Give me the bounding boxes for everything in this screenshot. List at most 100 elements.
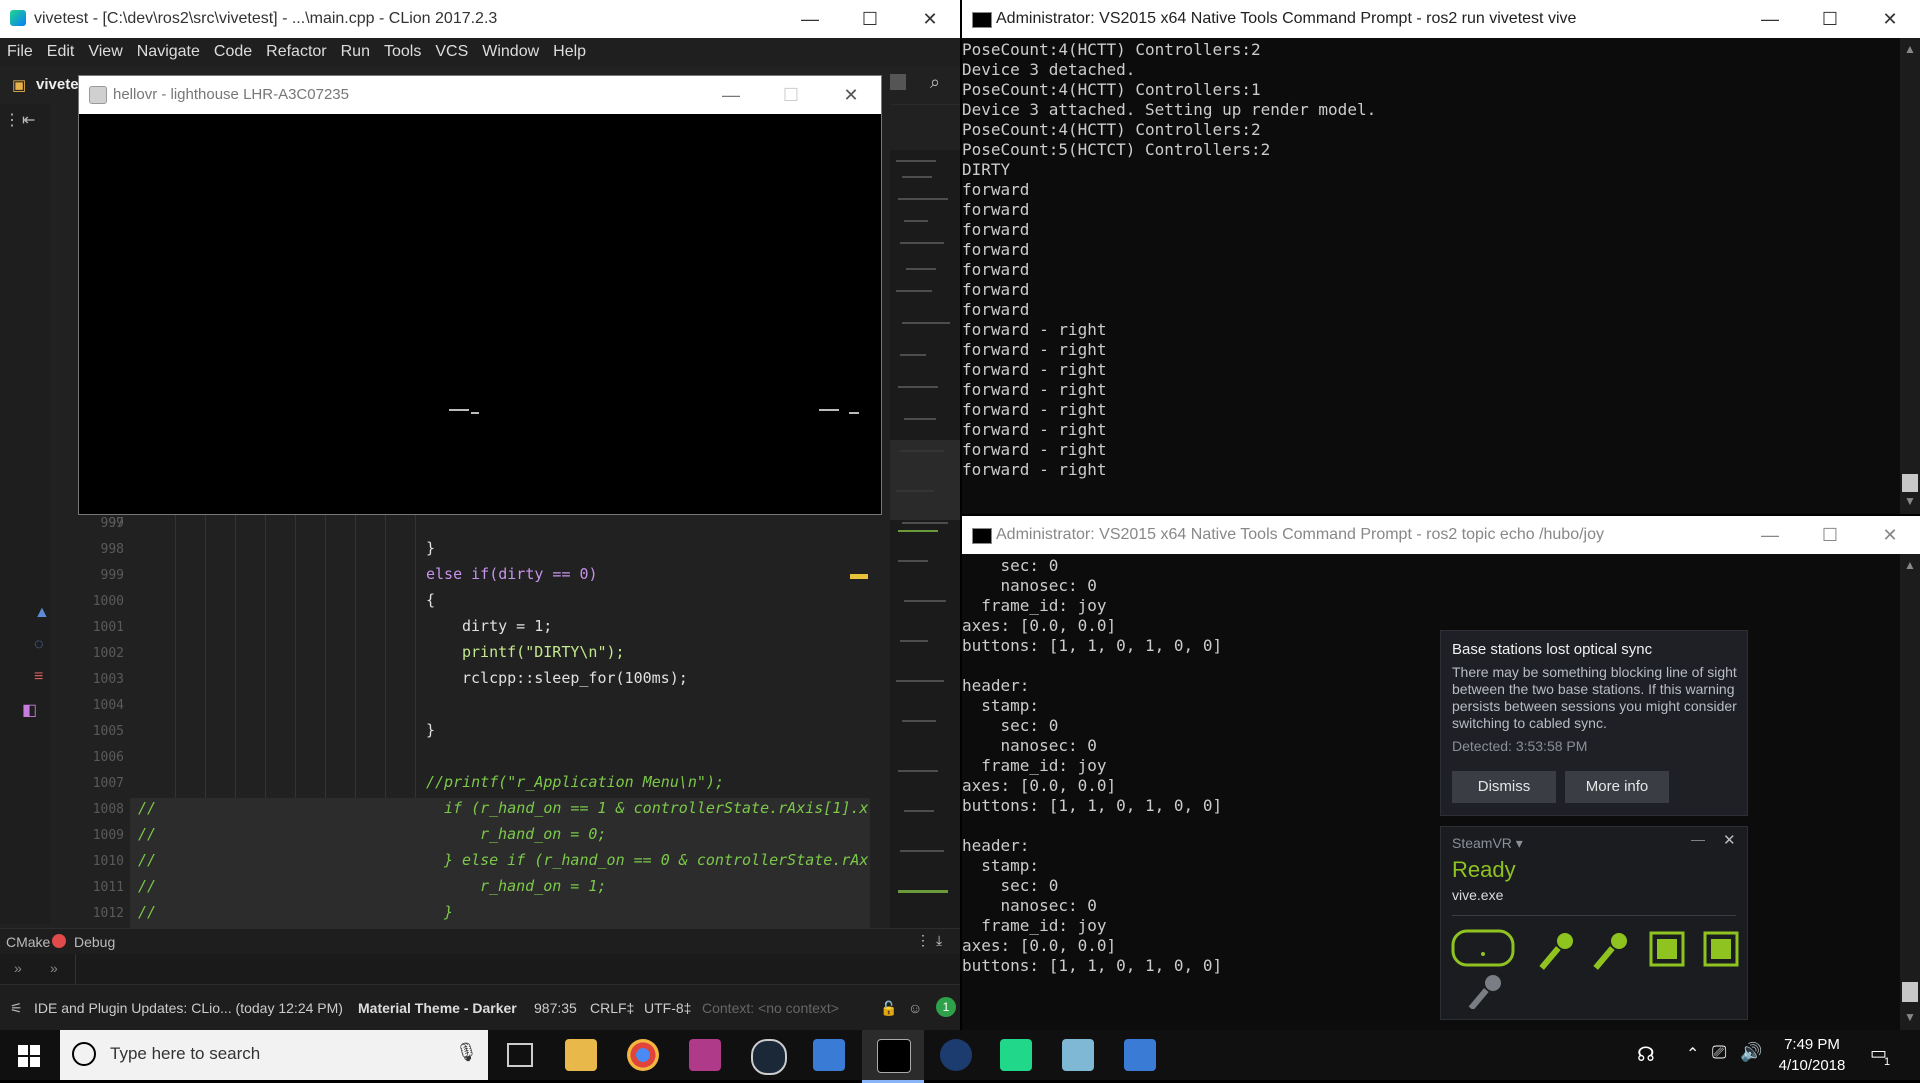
- cmake-tab[interactable]: CMake: [6, 934, 50, 950]
- console-line: nanosec: 0: [962, 576, 1097, 595]
- close-icon[interactable]: ✕: [821, 76, 881, 114]
- windows-start-icon[interactable]: [18, 1045, 40, 1067]
- console-scrollbar[interactable]: ▲ ▼: [1900, 38, 1920, 514]
- file-encoding[interactable]: UTF-8‡: [644, 1000, 691, 1016]
- dismiss-button[interactable]: Dismiss: [1452, 771, 1556, 803]
- app-window-icon[interactable]: [1124, 1039, 1156, 1071]
- scroll-thumb[interactable]: [1902, 982, 1918, 1002]
- download-icon[interactable]: ⤓: [936, 932, 942, 949]
- scroll-thumb[interactable]: [1902, 474, 1918, 492]
- menu-run[interactable]: Run: [334, 38, 377, 61]
- task-view-icon[interactable]: [507, 1043, 533, 1067]
- console-output[interactable]: sec: 0 nanosec: 0 frame_id: joy axes: [0.…: [962, 556, 1222, 976]
- menu-view[interactable]: View: [81, 38, 129, 61]
- menu-file[interactable]: File: [0, 38, 40, 61]
- people-icon[interactable]: ☊: [1637, 1042, 1655, 1067]
- scroll-up-icon[interactable]: ▲: [1904, 558, 1916, 572]
- network-icon[interactable]: ⎚: [1712, 1042, 1726, 1063]
- project-breadcrumb[interactable]: vivete: [36, 76, 79, 93]
- more-info-button[interactable]: More info: [1565, 771, 1669, 803]
- theme-name[interactable]: Material Theme - Darker: [358, 1000, 517, 1016]
- close-icon[interactable]: ✕: [1860, 0, 1920, 38]
- menu-navigate[interactable]: Navigate: [130, 38, 207, 61]
- steamvr-menu[interactable]: SteamVR ▾: [1452, 835, 1523, 852]
- notification-title: Base stations lost optical sync: [1452, 641, 1653, 658]
- code-line: dirty = 1;: [462, 617, 553, 635]
- steam-icon[interactable]: [751, 1039, 787, 1075]
- windows-taskbar: Type here to search 🎙 ☊ ⌃ ⎚ 🔊 7:49 PM 4/…: [0, 1030, 1920, 1083]
- console-output[interactable]: PoseCount:4(HCTT) Controllers:2 Device 3 …: [962, 40, 1376, 480]
- menu-help[interactable]: Help: [546, 38, 593, 61]
- close-icon[interactable]: ✕: [1723, 831, 1736, 849]
- vr-render-viewport[interactable]: [79, 114, 881, 514]
- debug-tab[interactable]: Debug: [74, 934, 115, 950]
- clion-titlebar[interactable]: vivetest - [C:\dev\ros2\src\vivetest] - …: [0, 0, 960, 38]
- line-number: 1005: [92, 724, 124, 739]
- maximize-icon[interactable]: ☐: [1800, 0, 1860, 38]
- expand-icon[interactable]: »: [50, 960, 58, 976]
- maximize-icon[interactable]: ☐: [840, 0, 900, 38]
- console-titlebar[interactable]: Administrator: VS2015 x64 Native Tools C…: [962, 0, 1920, 38]
- more-icon[interactable]: ⋮: [4, 110, 20, 130]
- inspector-icon[interactable]: ☺: [908, 1000, 922, 1016]
- maximize-icon[interactable]: ☐: [1800, 516, 1860, 554]
- event-log-badge[interactable]: 1: [936, 997, 956, 1017]
- chevron-up-icon[interactable]: ⌃: [1686, 1044, 1699, 1064]
- microphone-icon[interactable]: 🎙: [455, 1042, 478, 1063]
- line-separator[interactable]: CRLF‡: [590, 1000, 634, 1016]
- close-icon[interactable]: ✕: [900, 0, 960, 38]
- volume-icon[interactable]: 🔊: [1740, 1042, 1762, 1063]
- clock-time[interactable]: 7:49 PM: [1776, 1036, 1848, 1053]
- menu-tools[interactable]: Tools: [377, 38, 428, 61]
- warning-marker[interactable]: [850, 574, 868, 579]
- menu-code[interactable]: Code: [207, 38, 259, 61]
- paint-icon[interactable]: [689, 1039, 721, 1071]
- search-icon[interactable]: ⌕: [930, 72, 940, 93]
- file-explorer-icon[interactable]: [565, 1039, 597, 1071]
- code-minimap[interactable]: [890, 150, 960, 930]
- comment-marker: //: [138, 799, 157, 817]
- notepad-icon[interactable]: [1062, 1039, 1094, 1071]
- minimize-icon[interactable]: —: [780, 0, 840, 38]
- stop-icon[interactable]: [890, 74, 906, 90]
- console-scrollbar[interactable]: ▲ ▼: [1900, 554, 1920, 1030]
- expand-icon[interactable]: »: [14, 960, 22, 976]
- updates-message[interactable]: IDE and Plugin Updates: CLio... (today 1…: [34, 1000, 343, 1016]
- scroll-down-icon[interactable]: ▼: [1904, 1010, 1916, 1024]
- console-line: buttons: [1, 1, 0, 1, 0, 0]: [962, 956, 1223, 975]
- taskbar-cmd-active[interactable]: [862, 1030, 924, 1083]
- console-line: forward - right: [962, 320, 1107, 339]
- chrome-icon[interactable]: [627, 1039, 659, 1071]
- caret-position[interactable]: 987:35: [534, 1000, 577, 1016]
- updates-icon[interactable]: ⚟: [10, 1000, 23, 1017]
- more-icon[interactable]: ⋮: [916, 932, 930, 949]
- scroll-up-icon[interactable]: ▲: [1904, 42, 1916, 56]
- hellovr-titlebar[interactable]: hellovr - lighthouse LHR-A3C07235 — ☐ ✕: [79, 76, 881, 114]
- todo-icon[interactable]: ≡: [34, 668, 43, 686]
- favorites-icon[interactable]: ◌: [34, 636, 44, 654]
- bookmarks-icon[interactable]: ◧: [22, 700, 37, 720]
- context-indicator[interactable]: Context: <no context>: [702, 1000, 839, 1016]
- steamvr-status-window: SteamVR ▾ — ✕ Ready vive.exe: [1440, 826, 1748, 1020]
- console-titlebar[interactable]: Administrator: VS2015 x64 Native Tools C…: [962, 516, 1920, 554]
- minimize-icon[interactable]: —: [1691, 831, 1705, 847]
- close-icon[interactable]: ✕: [1860, 516, 1920, 554]
- menu-vcs[interactable]: VCS: [428, 38, 475, 61]
- minimize-icon[interactable]: —: [701, 76, 761, 114]
- outlook-icon[interactable]: [813, 1039, 845, 1071]
- minimize-icon[interactable]: —: [1740, 516, 1800, 554]
- scroll-down-icon[interactable]: ▼: [1904, 494, 1916, 508]
- menu-edit[interactable]: Edit: [40, 38, 82, 61]
- menu-window[interactable]: Window: [475, 38, 546, 61]
- minimize-icon[interactable]: —: [1740, 0, 1800, 38]
- clock-date[interactable]: 4/10/2018: [1776, 1057, 1848, 1074]
- structure-icon[interactable]: ▲: [34, 604, 50, 622]
- steamvr-icon[interactable]: [940, 1039, 972, 1071]
- menu-refactor[interactable]: Refactor: [259, 38, 333, 61]
- clion-icon[interactable]: [1000, 1039, 1032, 1071]
- taskbar-search-box[interactable]: Type here to search 🎙: [60, 1030, 488, 1080]
- maximize-icon[interactable]: ☐: [761, 76, 821, 114]
- headset-icon: [1451, 929, 1515, 967]
- lock-icon[interactable]: 🔓: [880, 1000, 897, 1017]
- collapse-icon[interactable]: ⇤: [22, 110, 35, 130]
